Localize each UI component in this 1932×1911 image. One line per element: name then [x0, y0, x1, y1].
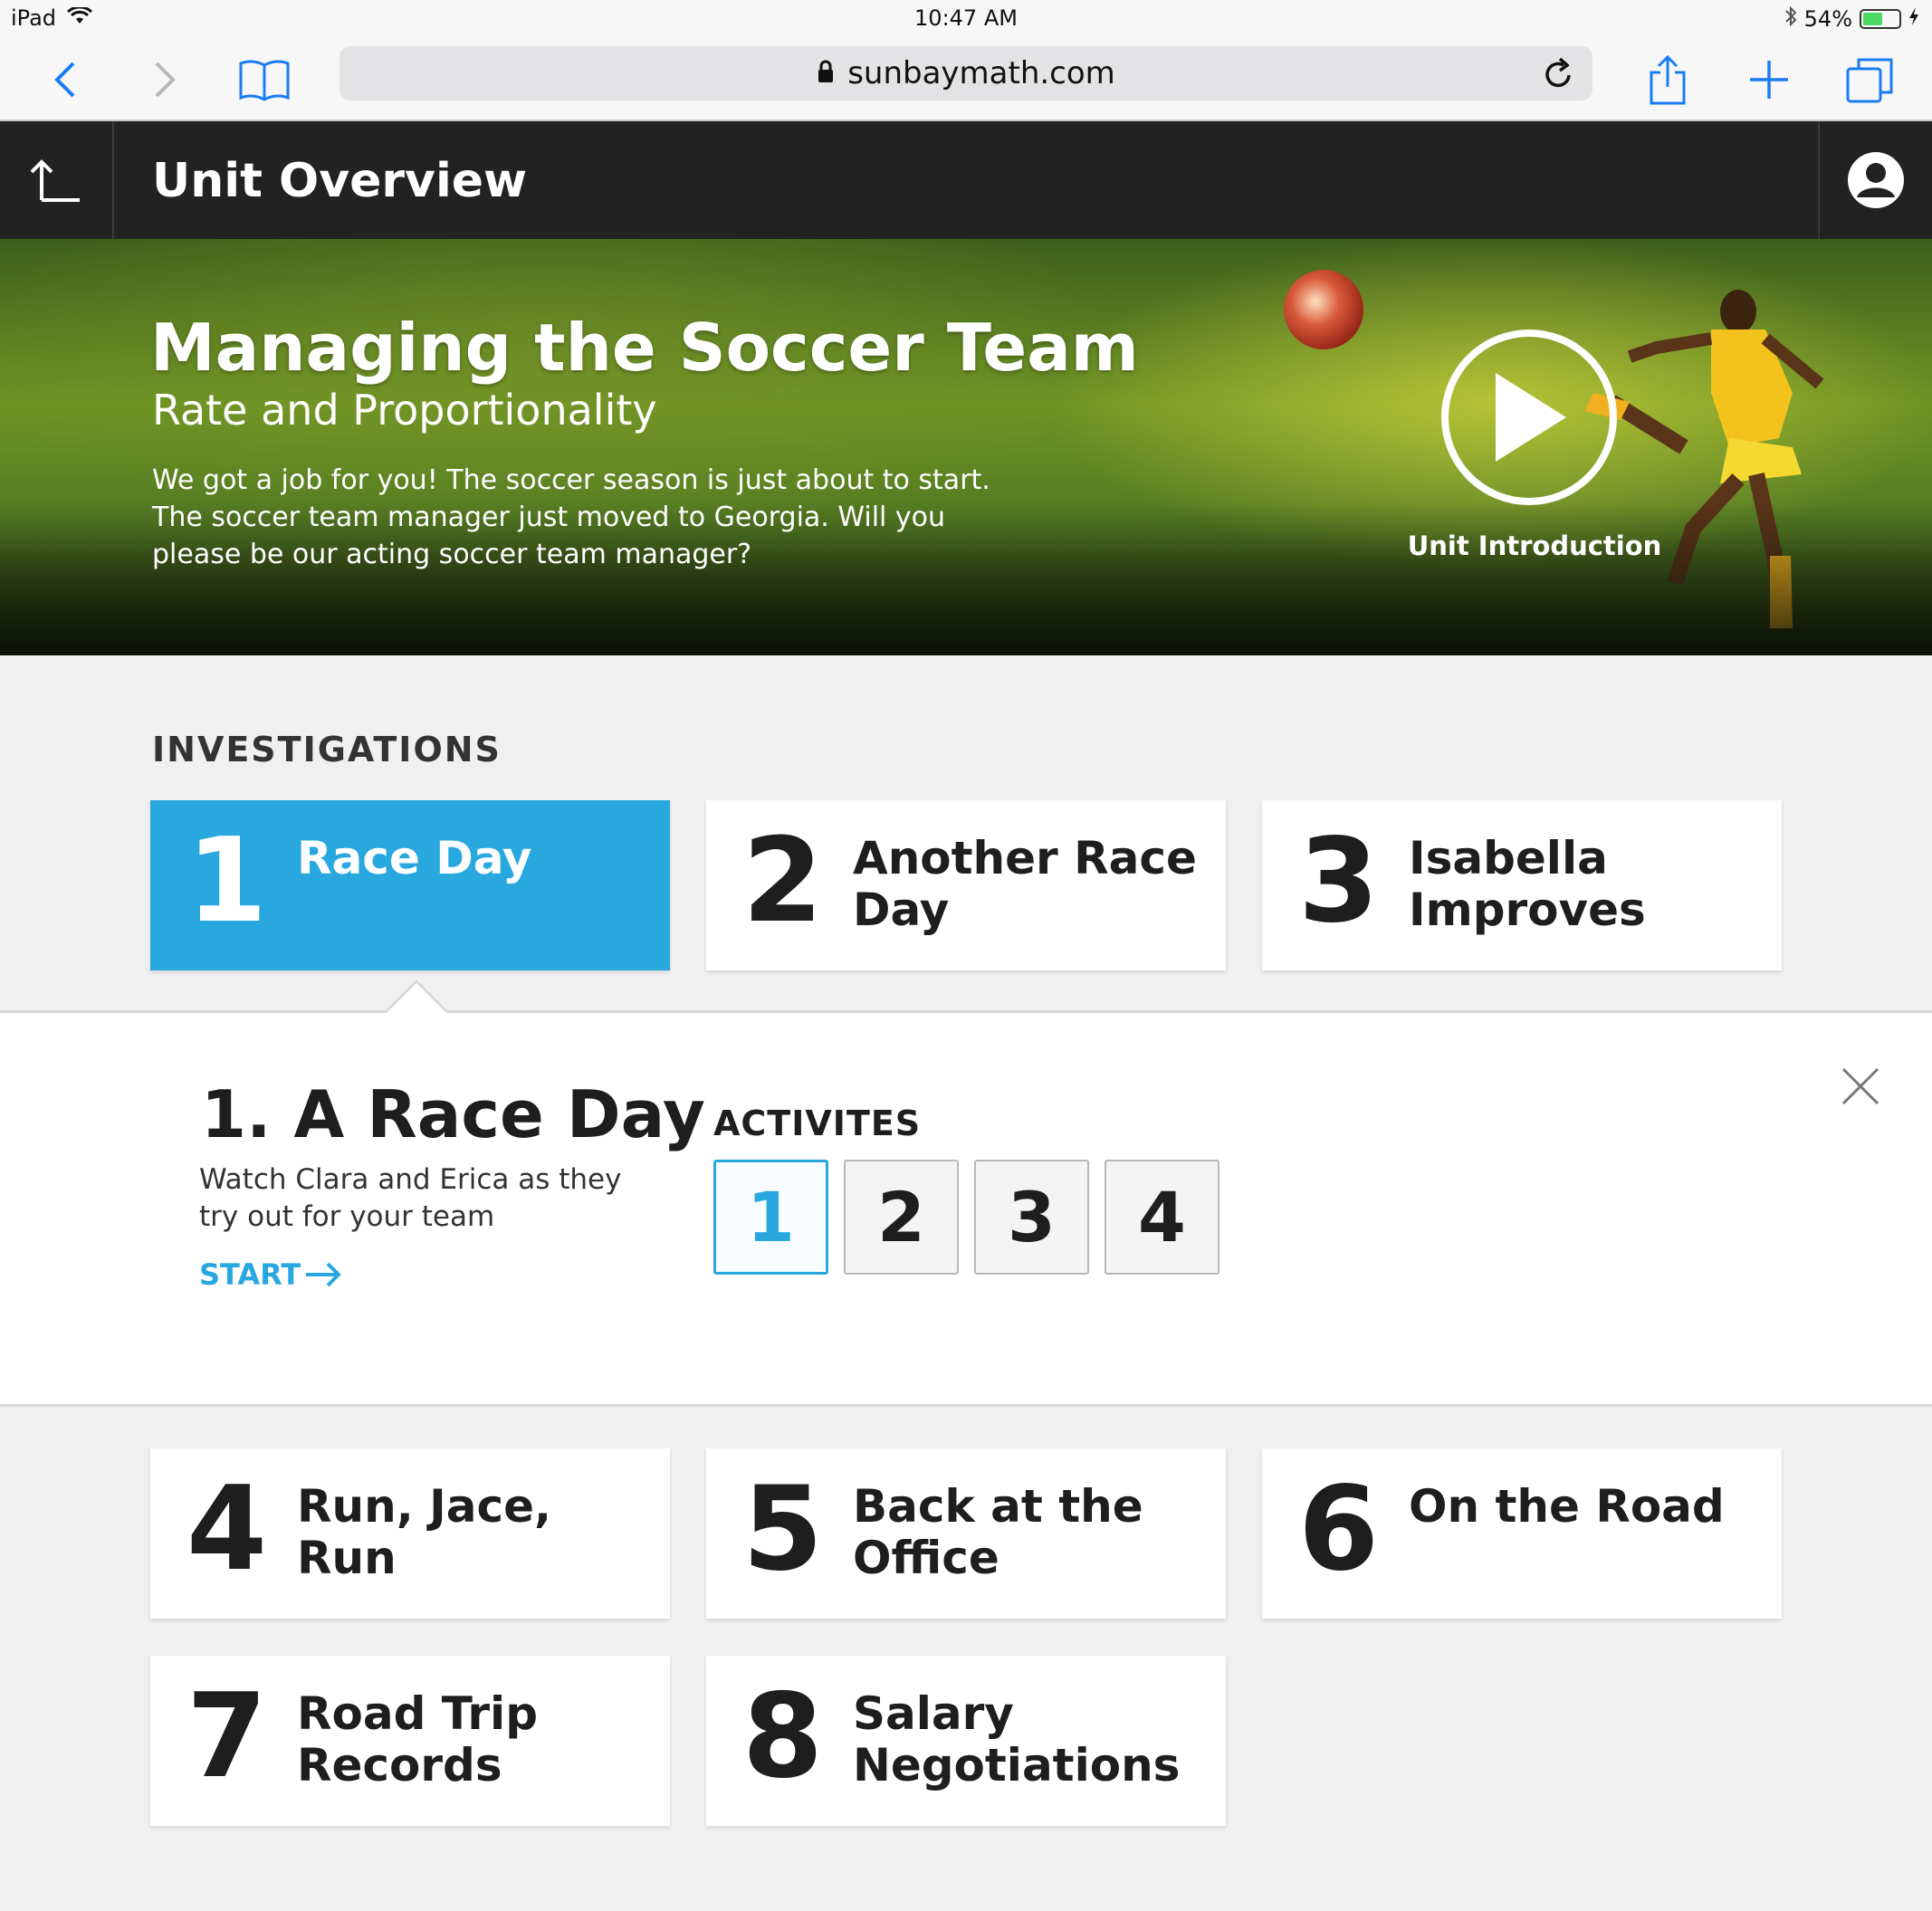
browser-toolbar: sunbaymath.com	[0, 38, 1932, 121]
start-label: START	[199, 1257, 301, 1292]
url-text: sunbaymath.com	[847, 55, 1115, 91]
arrow-right-icon	[306, 1262, 342, 1287]
investigation-title: On the Road	[1409, 1480, 1725, 1533]
reload-icon[interactable]	[1542, 55, 1574, 100]
new-tab-icon[interactable]	[1742, 53, 1796, 107]
user-avatar-icon	[1848, 152, 1904, 208]
investigation-number: 5	[742, 1462, 824, 1597]
lock-icon	[817, 55, 835, 91]
investigation-card-8[interactable]: 8 Salary Negotiations	[706, 1656, 1226, 1826]
investigation-title: Road Trip Records	[297, 1687, 538, 1792]
investigation-title: Run, Jace, Run	[297, 1480, 551, 1584]
forward-icon[interactable]	[138, 53, 192, 107]
investigation-card-2[interactable]: 2 Another Race Day	[706, 800, 1226, 970]
unit-hero-banner: Managing the Soccer Team Rate and Propor…	[0, 239, 1932, 655]
investigation-title: Salary Negotiations	[853, 1687, 1181, 1792]
back-icon[interactable]	[38, 53, 92, 107]
investigation-title: Race Day	[297, 832, 532, 884]
investigation-card-1[interactable]: 1 Race Day	[150, 800, 670, 970]
detail-description: Watch Clara and Erica as they try out fo…	[199, 1163, 622, 1233]
investigation-number: 8	[742, 1669, 824, 1804]
investigation-number: 1	[187, 814, 268, 949]
investigation-detail-panel: 1. A Race Day Watch Clara and Erica as t…	[0, 1010, 1932, 1407]
soccer-ball-image	[1284, 270, 1363, 349]
video-label[interactable]: Unit Introduction	[1394, 530, 1675, 561]
investigations-heading: INVESTIGATIONS	[152, 730, 502, 769]
investigation-number: 2	[742, 814, 824, 949]
close-icon	[1841, 1067, 1879, 1105]
status-time: 10:47 AM	[914, 5, 1018, 31]
activity-button-2[interactable]: 2	[844, 1160, 959, 1275]
bluetooth-icon	[1784, 5, 1797, 33]
investigation-card-6[interactable]: 6 On the Road	[1262, 1448, 1782, 1619]
activities-heading: ACTIVITES	[713, 1104, 922, 1143]
investigation-title: Back at the Office	[853, 1480, 1143, 1584]
bookmarks-icon[interactable]	[237, 53, 292, 107]
page-title: Unit Overview	[152, 154, 528, 208]
tabs-icon[interactable]	[1843, 53, 1898, 107]
play-video-button[interactable]	[1441, 330, 1617, 505]
app-navbar: Unit Overview	[0, 121, 1932, 239]
play-icon	[1496, 373, 1566, 462]
unit-title: Managing the Soccer Team	[150, 310, 1139, 386]
share-icon[interactable]	[1640, 53, 1695, 107]
investigation-number: 6	[1298, 1462, 1380, 1597]
investigation-number: 3	[1298, 814, 1380, 949]
charging-icon	[1908, 6, 1919, 32]
activity-button-4[interactable]: 4	[1105, 1160, 1219, 1275]
investigation-number: 7	[187, 1669, 268, 1804]
status-bar: iPad 10:47 AM 54%	[0, 0, 1932, 38]
account-button[interactable]	[1818, 121, 1932, 239]
detail-pointer-fill	[387, 983, 446, 1013]
investigation-card-4[interactable]: 4 Run, Jace, Run	[150, 1448, 670, 1619]
url-bar[interactable]: sunbaymath.com	[340, 46, 1592, 100]
up-arrow-icon	[30, 159, 80, 202]
battery-percent: 54%	[1803, 6, 1852, 32]
activity-button-3[interactable]: 3	[974, 1160, 1089, 1275]
detail-title: 1. A Race Day	[201, 1076, 705, 1152]
activity-button-1[interactable]: 1	[713, 1160, 828, 1275]
investigation-number: 4	[187, 1462, 268, 1597]
start-link[interactable]: START	[199, 1257, 342, 1292]
unit-subtitle: Rate and Proportionality	[152, 386, 657, 435]
investigation-title: Another Race Day	[853, 832, 1197, 936]
investigation-card-7[interactable]: 7 Road Trip Records	[150, 1656, 670, 1826]
unit-description: We got a job for you! The soccer season …	[152, 464, 990, 570]
investigation-card-5[interactable]: 5 Back at the Office	[706, 1448, 1226, 1619]
investigation-card-3[interactable]: 3 Isabella Improves	[1262, 800, 1782, 970]
close-detail-button[interactable]	[1838, 1064, 1883, 1109]
battery-icon	[1860, 9, 1901, 29]
up-level-button[interactable]	[0, 121, 114, 239]
investigation-title: Isabella Improves	[1409, 832, 1646, 936]
